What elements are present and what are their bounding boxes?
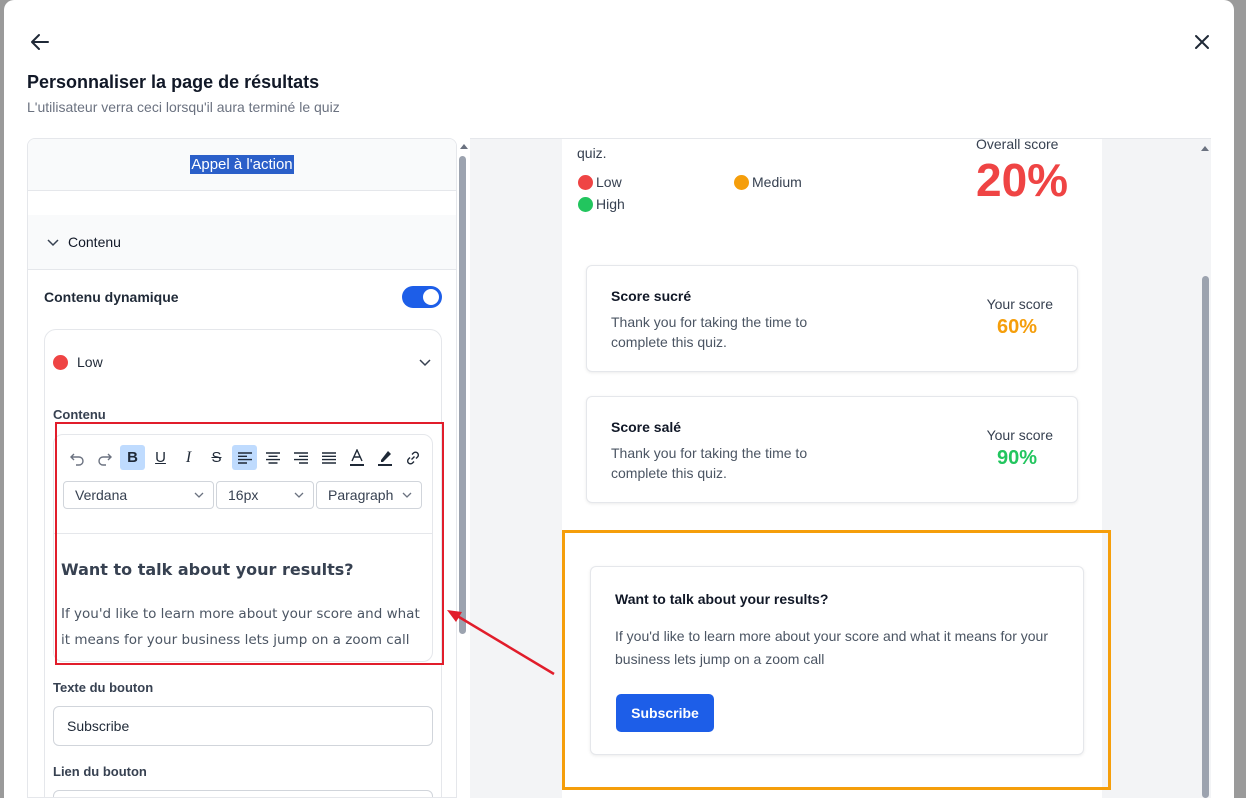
overall-score-label: Overall score bbox=[976, 138, 1059, 152]
subscribe-button[interactable]: Subscribe bbox=[616, 694, 714, 732]
legend-medium: Medium bbox=[734, 174, 802, 190]
panel-header: Appel à l'action bbox=[28, 139, 456, 191]
overall-score-value: 20% bbox=[976, 154, 1069, 206]
legend-high-label: High bbox=[596, 196, 625, 212]
cta-card: Want to talk about your results? If you'… bbox=[590, 566, 1084, 755]
score-card: Score salé Thank you for taking the time… bbox=[586, 396, 1078, 503]
panel-header-label[interactable]: Appel à l'action bbox=[190, 155, 294, 174]
score-card-title: Score sucré bbox=[611, 288, 692, 304]
score-value: 60% bbox=[996, 316, 1038, 338]
modal-subtitle: L'utilisateur verra ceci lorsqu'il aura … bbox=[27, 99, 340, 115]
dynamic-content-label: Contenu dynamique bbox=[44, 289, 179, 305]
high-dot-icon bbox=[578, 196, 593, 212]
dynamic-content-toggle[interactable] bbox=[402, 286, 442, 308]
section-label: Contenu bbox=[68, 234, 121, 250]
legend-low-label: Low bbox=[596, 174, 622, 190]
chevron-down-icon bbox=[47, 239, 59, 247]
button-text-value: Subscribe bbox=[67, 718, 130, 734]
intro-text-fragment: quiz. bbox=[577, 145, 607, 161]
dynamic-content-row: Contenu dynamique bbox=[44, 285, 442, 309]
modal-title: Personnaliser la page de résultats bbox=[27, 72, 320, 92]
score-card: Score sucré Thank you for taking the tim… bbox=[586, 265, 1078, 372]
legend-high: High bbox=[578, 196, 625, 212]
content-field-label: Contenu bbox=[53, 407, 106, 422]
low-dot-icon bbox=[53, 354, 68, 370]
back-arrow-icon[interactable] bbox=[28, 30, 52, 54]
medium-dot-icon bbox=[734, 174, 749, 190]
score-card-desc: Thank you for taking the time to complet… bbox=[611, 445, 808, 481]
your-score-label: Your score bbox=[986, 296, 1053, 312]
content-section-toggle[interactable]: Contenu bbox=[28, 215, 456, 270]
score-card-desc: Thank you for taking the time to complet… bbox=[611, 314, 808, 350]
button-text-input[interactable]: Subscribe bbox=[53, 706, 433, 746]
button-text-label: Texte du bouton bbox=[53, 680, 154, 695]
scroll-up-arrow-icon[interactable] bbox=[1200, 144, 1210, 152]
cta-text: If you'd like to learn more about your s… bbox=[615, 628, 1049, 667]
button-link-input[interactable] bbox=[53, 790, 433, 797]
level-label: Low bbox=[77, 354, 103, 370]
your-score-label: Your score bbox=[986, 427, 1053, 443]
score-value: 90% bbox=[996, 447, 1038, 469]
close-icon[interactable] bbox=[1190, 30, 1214, 54]
legend-medium-label: Medium bbox=[752, 174, 802, 190]
score-card-title: Score salé bbox=[611, 419, 682, 435]
chevron-down-icon[interactable] bbox=[417, 354, 433, 370]
button-link-label: Lien du bouton bbox=[53, 764, 147, 779]
customize-results-modal: Personnaliser la page de résultats L'uti… bbox=[4, 0, 1234, 798]
left-scrollbar[interactable] bbox=[459, 156, 466, 634]
low-dot-icon bbox=[578, 174, 593, 190]
cta-title: Want to talk about your results? bbox=[615, 591, 829, 607]
preview-scrollbar[interactable] bbox=[1202, 276, 1209, 798]
legend-low: Low bbox=[578, 174, 622, 190]
level-selector[interactable]: Low bbox=[53, 350, 433, 374]
scroll-up-arrow-icon[interactable] bbox=[459, 142, 469, 150]
editor-highlight-frame bbox=[55, 422, 444, 665]
